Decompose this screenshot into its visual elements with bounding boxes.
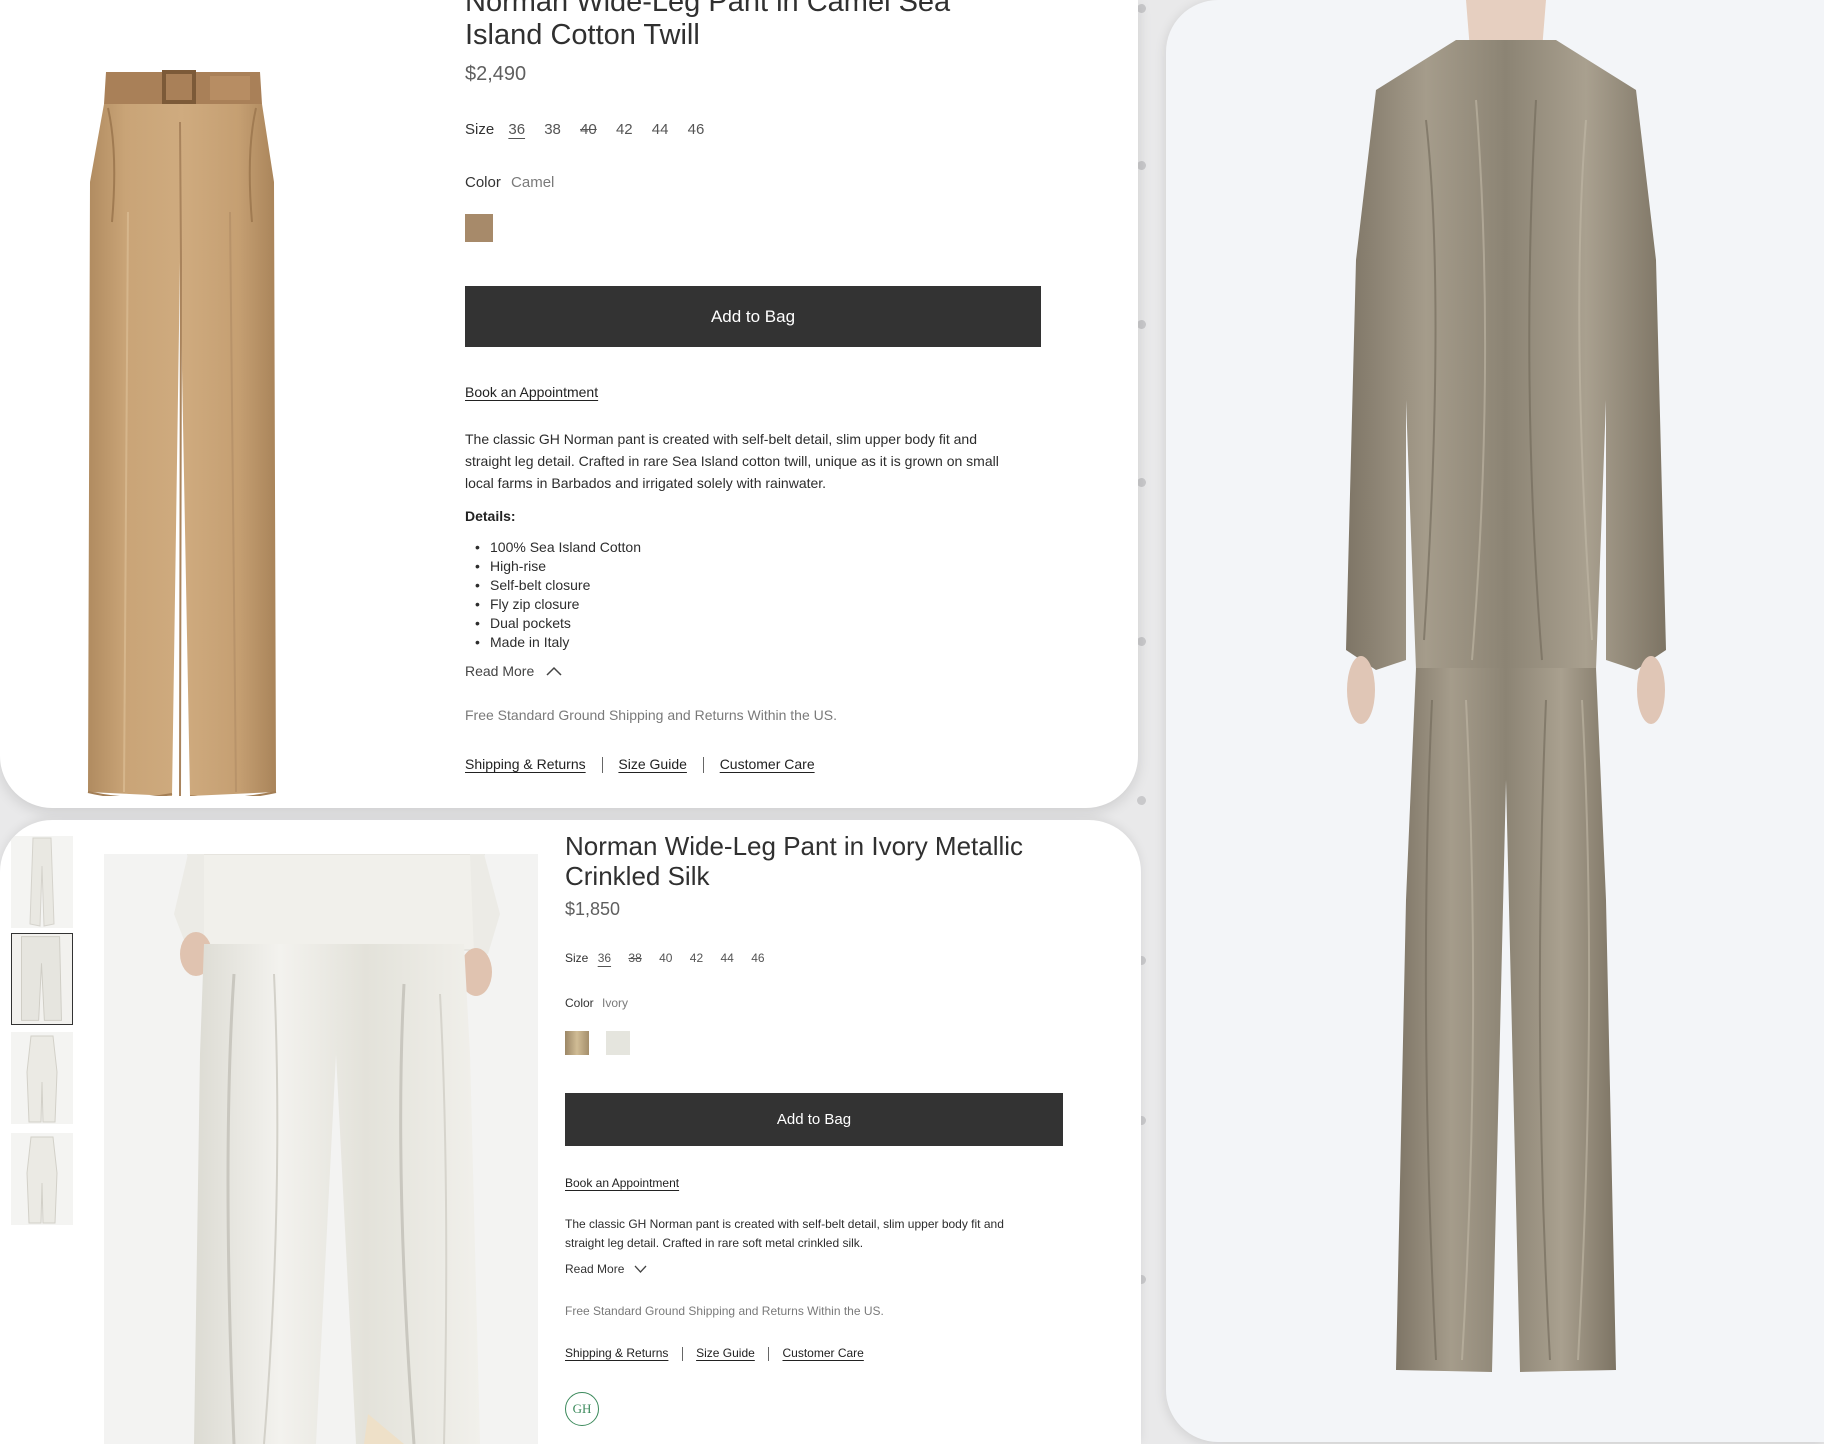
details-item: High-rise xyxy=(465,557,641,576)
divider xyxy=(702,757,704,774)
color-swatch-metallic[interactable] xyxy=(565,1031,589,1055)
size-option-44[interactable]: 44 xyxy=(721,951,734,965)
pager-dot[interactable] xyxy=(1137,637,1146,646)
pager-dot[interactable] xyxy=(1137,4,1146,13)
details-item: 100% Sea Island Cotton xyxy=(465,538,641,557)
size-option-40[interactable]: 40 xyxy=(659,951,672,965)
customer-care-link[interactable]: Customer Care xyxy=(782,1346,863,1360)
thumbnail-2-selected[interactable] xyxy=(11,933,73,1025)
color-label: Color xyxy=(565,996,594,1010)
badge-text: GH xyxy=(572,1401,592,1416)
thumbnail-1[interactable] xyxy=(11,836,73,928)
add-to-bag-button[interactable]: Add to Bag xyxy=(465,286,1041,347)
shipping-note: Free Standard Ground Shipping and Return… xyxy=(465,707,837,723)
footer-links: Shipping & Returns Size Guide Customer C… xyxy=(565,1346,864,1361)
size-option-40[interactable]: 40 xyxy=(580,121,597,138)
size-option-36[interactable]: 36 xyxy=(598,951,611,965)
product-description: The classic GH Norman pant is created wi… xyxy=(465,431,999,491)
thumbnail-image xyxy=(26,1136,58,1224)
color-swatch-camel[interactable] xyxy=(465,214,493,242)
product-image-ivory-pant[interactable] xyxy=(104,854,538,1444)
chevron-down-icon xyxy=(634,1265,647,1273)
gh-badge-icon[interactable]: GH xyxy=(565,1392,599,1426)
size-selector: Size 36 38 40 42 44 46 xyxy=(465,121,704,138)
divider xyxy=(768,1346,770,1361)
read-more-toggle[interactable]: Read More xyxy=(465,663,562,679)
size-option-36[interactable]: 36 xyxy=(508,121,525,138)
size-option-44[interactable]: 44 xyxy=(652,121,669,138)
size-selector: Size 36 38 40 42 44 46 xyxy=(565,951,765,965)
pager-dot[interactable] xyxy=(1137,161,1146,170)
product-image-card-metallic-suit xyxy=(1166,0,1824,1442)
color-swatch-ivory[interactable] xyxy=(606,1031,630,1055)
details-item: Fly zip closure xyxy=(465,595,641,614)
size-option-38[interactable]: 38 xyxy=(628,951,641,965)
product-description: The classic GH Norman pant is created wi… xyxy=(565,1217,1004,1250)
book-appointment-link[interactable]: Book an Appointment xyxy=(465,384,598,400)
add-to-bag-button[interactable]: Add to Bag xyxy=(565,1093,1063,1146)
product-card-ivory: Norman Wide-Leg Pant in Ivory Metallic C… xyxy=(0,820,1141,1444)
product-image-camel-pant[interactable] xyxy=(80,62,280,796)
thumbnail-image xyxy=(29,837,55,927)
thumbnail-3[interactable] xyxy=(11,1032,73,1124)
shipping-returns-link[interactable]: Shipping & Returns xyxy=(565,1346,668,1360)
size-label: Size xyxy=(565,951,589,965)
color-row: Color Ivory xyxy=(565,996,628,1010)
read-more-label: Read More xyxy=(465,663,535,679)
size-guide-link[interactable]: Size Guide xyxy=(696,1346,755,1360)
read-more-label: Read More xyxy=(565,1262,625,1276)
color-label: Color xyxy=(465,174,501,191)
color-value: Ivory xyxy=(602,996,629,1010)
product-price: $2,490 xyxy=(465,63,527,85)
customer-care-link[interactable]: Customer Care xyxy=(720,756,815,772)
thumbnail-image xyxy=(26,1035,58,1123)
size-option-42[interactable]: 42 xyxy=(616,121,633,138)
read-more-toggle[interactable]: Read More xyxy=(565,1262,647,1276)
size-option-42[interactable]: 42 xyxy=(690,951,703,965)
pager-dot[interactable] xyxy=(1137,478,1146,487)
divider xyxy=(681,1346,683,1361)
divider xyxy=(601,757,603,774)
details-item: Self-belt closure xyxy=(465,576,641,595)
product-price: $1,850 xyxy=(565,899,621,919)
pager-dot[interactable] xyxy=(1137,320,1146,329)
size-guide-link[interactable]: Size Guide xyxy=(618,756,686,772)
pager-dot[interactable] xyxy=(1137,796,1146,805)
details-item: Made in Italy xyxy=(465,633,641,652)
size-label: Size xyxy=(465,121,495,138)
book-appointment-link[interactable]: Book an Appointment xyxy=(565,1176,679,1190)
product-title: Norman Wide-Leg Pant in Ivory Metallic C… xyxy=(565,831,1024,891)
product-card-camel: Norman Wide-Leg Pant in Camel Sea Island… xyxy=(0,0,1138,808)
size-option-46[interactable]: 46 xyxy=(688,121,705,138)
product-image-metallic-suit-back[interactable] xyxy=(1306,0,1706,1380)
footer-links: Shipping & Returns Size Guide Customer C… xyxy=(465,756,815,774)
shipping-returns-link[interactable]: Shipping & Returns xyxy=(465,756,586,772)
details-heading: Details: xyxy=(465,508,516,524)
color-value: Camel xyxy=(511,174,555,191)
thumbnail-image xyxy=(21,936,62,1021)
product-title: Norman Wide-Leg Pant in Camel Sea Island… xyxy=(465,0,951,52)
details-item: Dual pockets xyxy=(465,614,641,633)
size-option-46[interactable]: 46 xyxy=(751,951,764,965)
thumbnail-4[interactable] xyxy=(11,1133,73,1225)
chevron-up-icon xyxy=(546,666,562,676)
color-row: Color Camel xyxy=(465,174,554,191)
details-list: 100% Sea Island Cotton High-rise Self-be… xyxy=(465,538,641,652)
shipping-note: Free Standard Ground Shipping and Return… xyxy=(565,1304,884,1318)
size-option-38[interactable]: 38 xyxy=(544,121,561,138)
